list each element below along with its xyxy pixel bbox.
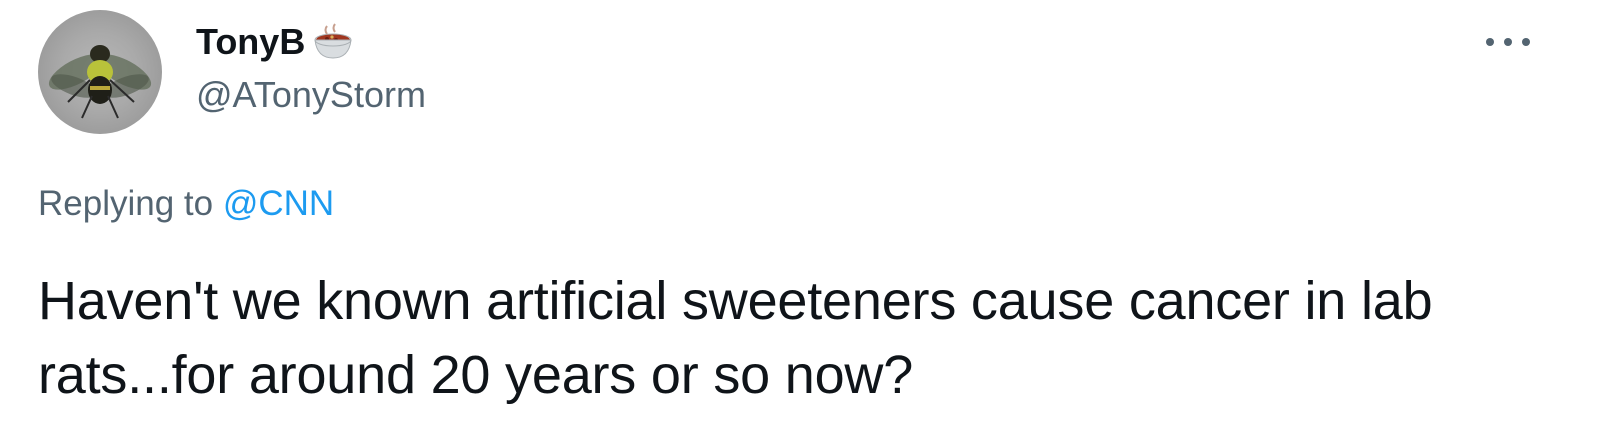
more-options-button[interactable]: [1486, 34, 1530, 50]
display-name[interactable]: TonyB: [196, 18, 305, 66]
bee-icon: [48, 45, 152, 119]
author-handle[interactable]: @ATonyStorm: [196, 72, 426, 118]
tweet-card: TonyB @ATonyStorm Replying to @CNN Haven…: [0, 0, 1600, 442]
more-dot: [1522, 38, 1530, 46]
more-dot: [1486, 38, 1494, 46]
reply-mention-link[interactable]: @CNN: [223, 184, 334, 223]
avatar[interactable]: [38, 10, 162, 134]
reply-context: Replying to @CNN: [38, 180, 334, 228]
author-name-row[interactable]: TonyB: [196, 18, 357, 66]
bowl-icon: [309, 18, 357, 66]
more-dot: [1504, 38, 1512, 46]
tweet-text: Haven't we known artificial sweeteners c…: [38, 271, 1433, 405]
reply-prefix: Replying to: [38, 184, 214, 223]
